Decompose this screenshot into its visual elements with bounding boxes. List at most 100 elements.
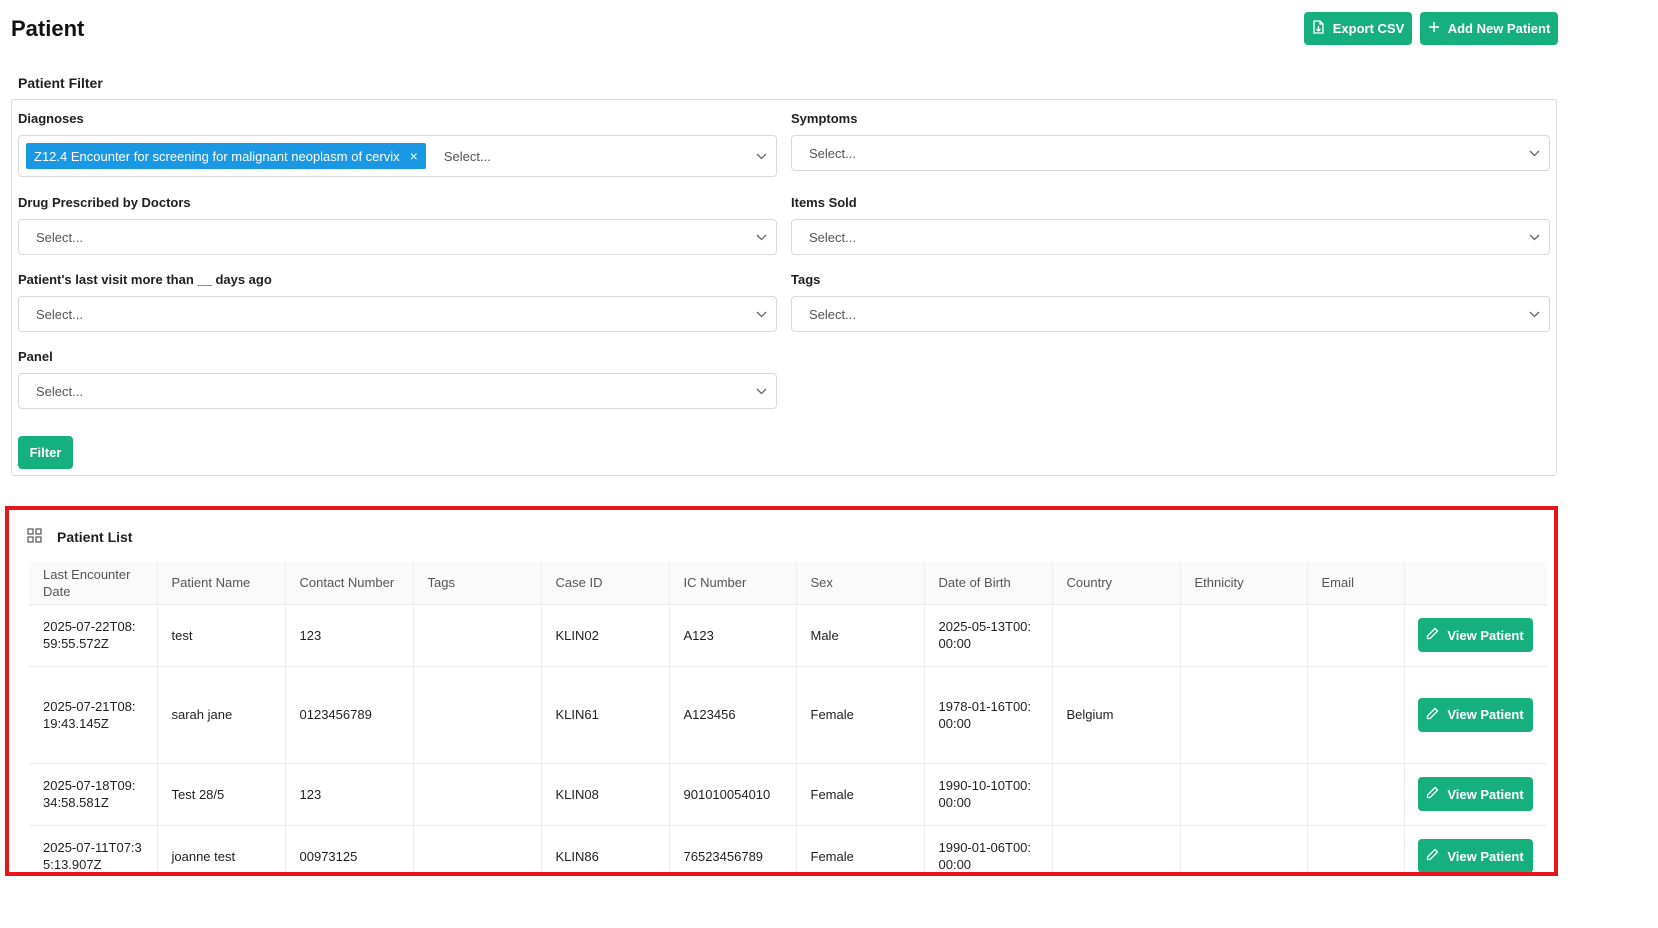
cell-contact: 00973125 — [285, 825, 414, 872]
panel-placeholder: Select... — [36, 383, 83, 399]
cell-contact: 123 — [285, 604, 414, 667]
tags-placeholder: Select... — [809, 306, 856, 322]
filter-button[interactable]: Filter — [18, 436, 73, 469]
cell-action: View Patient — [1404, 763, 1547, 826]
cell-sex: Female — [796, 763, 925, 826]
symptoms-select[interactable]: Select... — [791, 135, 1550, 171]
drug-label: Drug Prescribed by Doctors — [18, 195, 191, 210]
filter-title: Patient Filter — [18, 75, 103, 91]
cell-sex: Female — [796, 666, 925, 764]
cell-ethnicity — [1180, 604, 1308, 667]
view-patient-label: View Patient — [1447, 786, 1524, 802]
column-header[interactable]: Tags — [413, 562, 542, 605]
panel-label: Panel — [18, 349, 53, 364]
items-sold-placeholder: Select... — [809, 229, 856, 245]
column-header[interactable]: Email — [1307, 562, 1405, 605]
table-header-row: Last Encounter Date Patient Name Contact… — [29, 562, 1547, 605]
cell-contact: 0123456789 — [285, 666, 414, 764]
pencil-icon — [1426, 786, 1439, 802]
table-row: 2025-07-21T08:19:43.145Z sarah jane 0123… — [29, 666, 1547, 764]
column-header — [1404, 562, 1547, 605]
cell-email — [1307, 825, 1405, 872]
cell-last-encounter: 2025-07-18T09:34:58.581Z — [29, 763, 158, 826]
cell-dob: 1978-01-16T00:00:00 — [924, 666, 1053, 764]
cell-tags — [413, 666, 542, 764]
cell-email — [1307, 763, 1405, 826]
cell-sex: Female — [796, 825, 925, 872]
drug-select[interactable]: Select... — [18, 219, 777, 255]
cell-ethnicity — [1180, 825, 1308, 872]
chevron-down-icon — [1527, 307, 1541, 321]
pencil-icon — [1426, 848, 1439, 864]
cell-last-encounter: 2025-07-21T08:19:43.145Z — [29, 666, 158, 764]
cell-contact: 123 — [285, 763, 414, 826]
items-sold-select[interactable]: Select... — [791, 219, 1550, 255]
table-row: 2025-07-11T07:35:13.907Z joanne test 009… — [29, 825, 1547, 872]
patient-list-title: Patient List — [57, 529, 133, 545]
cell-tags — [413, 825, 542, 872]
file-export-icon — [1312, 20, 1325, 37]
cell-country — [1052, 763, 1181, 826]
column-header[interactable]: Last Encounter Date — [29, 562, 158, 605]
pencil-icon — [1426, 627, 1439, 643]
export-csv-button[interactable]: Export CSV — [1304, 12, 1412, 45]
last-visit-placeholder: Select... — [36, 306, 83, 322]
view-patient-button[interactable]: View Patient — [1417, 777, 1533, 811]
patient-list-panel: Patient List Last Encounter Date Patient… — [5, 506, 1558, 876]
column-header[interactable]: Patient Name — [157, 562, 286, 605]
cell-email — [1307, 666, 1405, 764]
column-header[interactable]: Contact Number — [285, 562, 414, 605]
view-patient-label: View Patient — [1447, 627, 1524, 643]
patient-table: Last Encounter Date Patient Name Contact… — [29, 562, 1547, 872]
chevron-down-icon — [754, 307, 768, 321]
cell-patient-name: joanne test — [157, 825, 286, 872]
cell-action: View Patient — [1404, 666, 1547, 764]
diagnoses-label: Diagnoses — [18, 111, 84, 126]
cell-last-encounter: 2025-07-22T08:59:55.572Z — [29, 604, 158, 667]
tags-select[interactable]: Select... — [791, 296, 1550, 332]
remove-chip-icon[interactable]: × — [410, 149, 418, 163]
grid-icon — [27, 528, 42, 546]
column-header[interactable]: Ethnicity — [1180, 562, 1308, 605]
view-patient-button[interactable]: View Patient — [1417, 839, 1533, 872]
panel-select[interactable]: Select... — [18, 373, 777, 409]
symptoms-label: Symptoms — [791, 111, 858, 126]
cell-action: View Patient — [1404, 604, 1547, 667]
cell-action: View Patient — [1404, 825, 1547, 872]
last-visit-select[interactable]: Select... — [18, 296, 777, 332]
tags-label: Tags — [791, 272, 821, 287]
column-header[interactable]: IC Number — [669, 562, 797, 605]
cell-email — [1307, 604, 1405, 667]
cell-ic-number: 76523456789 — [669, 825, 797, 872]
cell-patient-name: test — [157, 604, 286, 667]
cell-sex: Male — [796, 604, 925, 667]
column-header[interactable]: Date of Birth — [924, 562, 1053, 605]
view-patient-label: View Patient — [1447, 848, 1524, 864]
column-header[interactable]: Country — [1052, 562, 1181, 605]
cell-case-id: KLIN86 — [541, 825, 670, 872]
drug-placeholder: Select... — [36, 229, 83, 245]
view-patient-button[interactable]: View Patient — [1417, 697, 1533, 732]
view-patient-label: View Patient — [1447, 707, 1524, 722]
cell-tags — [413, 763, 542, 826]
chevron-down-icon — [754, 230, 768, 244]
cell-country — [1052, 825, 1181, 872]
page-title: Patient — [11, 16, 85, 41]
column-header[interactable]: Sex — [796, 562, 925, 605]
last-visit-label: Patient's last visit more than __ days a… — [18, 272, 272, 287]
diagnoses-placeholder: Select... — [443, 148, 491, 164]
cell-ic-number: 901010054010 — [669, 763, 797, 826]
symptoms-placeholder: Select... — [809, 145, 856, 161]
cell-dob: 1990-10-10T00:00:00 — [924, 763, 1053, 826]
chevron-down-icon — [754, 149, 768, 163]
view-patient-button[interactable]: View Patient — [1417, 618, 1533, 652]
column-header[interactable]: Case ID — [541, 562, 670, 605]
cell-case-id: KLIN08 — [541, 763, 670, 826]
add-new-patient-button[interactable]: Add New Patient — [1420, 12, 1558, 45]
cell-case-id: KLIN02 — [541, 604, 670, 667]
plus-icon — [1428, 21, 1440, 36]
table-row: 2025-07-22T08:59:55.572Z test 123 KLIN02… — [29, 604, 1547, 667]
diagnoses-select[interactable]: Z12.4 Encounter for screening for malign… — [18, 135, 777, 177]
cell-tags — [413, 604, 542, 667]
cell-ic-number: A123456 — [669, 666, 797, 764]
